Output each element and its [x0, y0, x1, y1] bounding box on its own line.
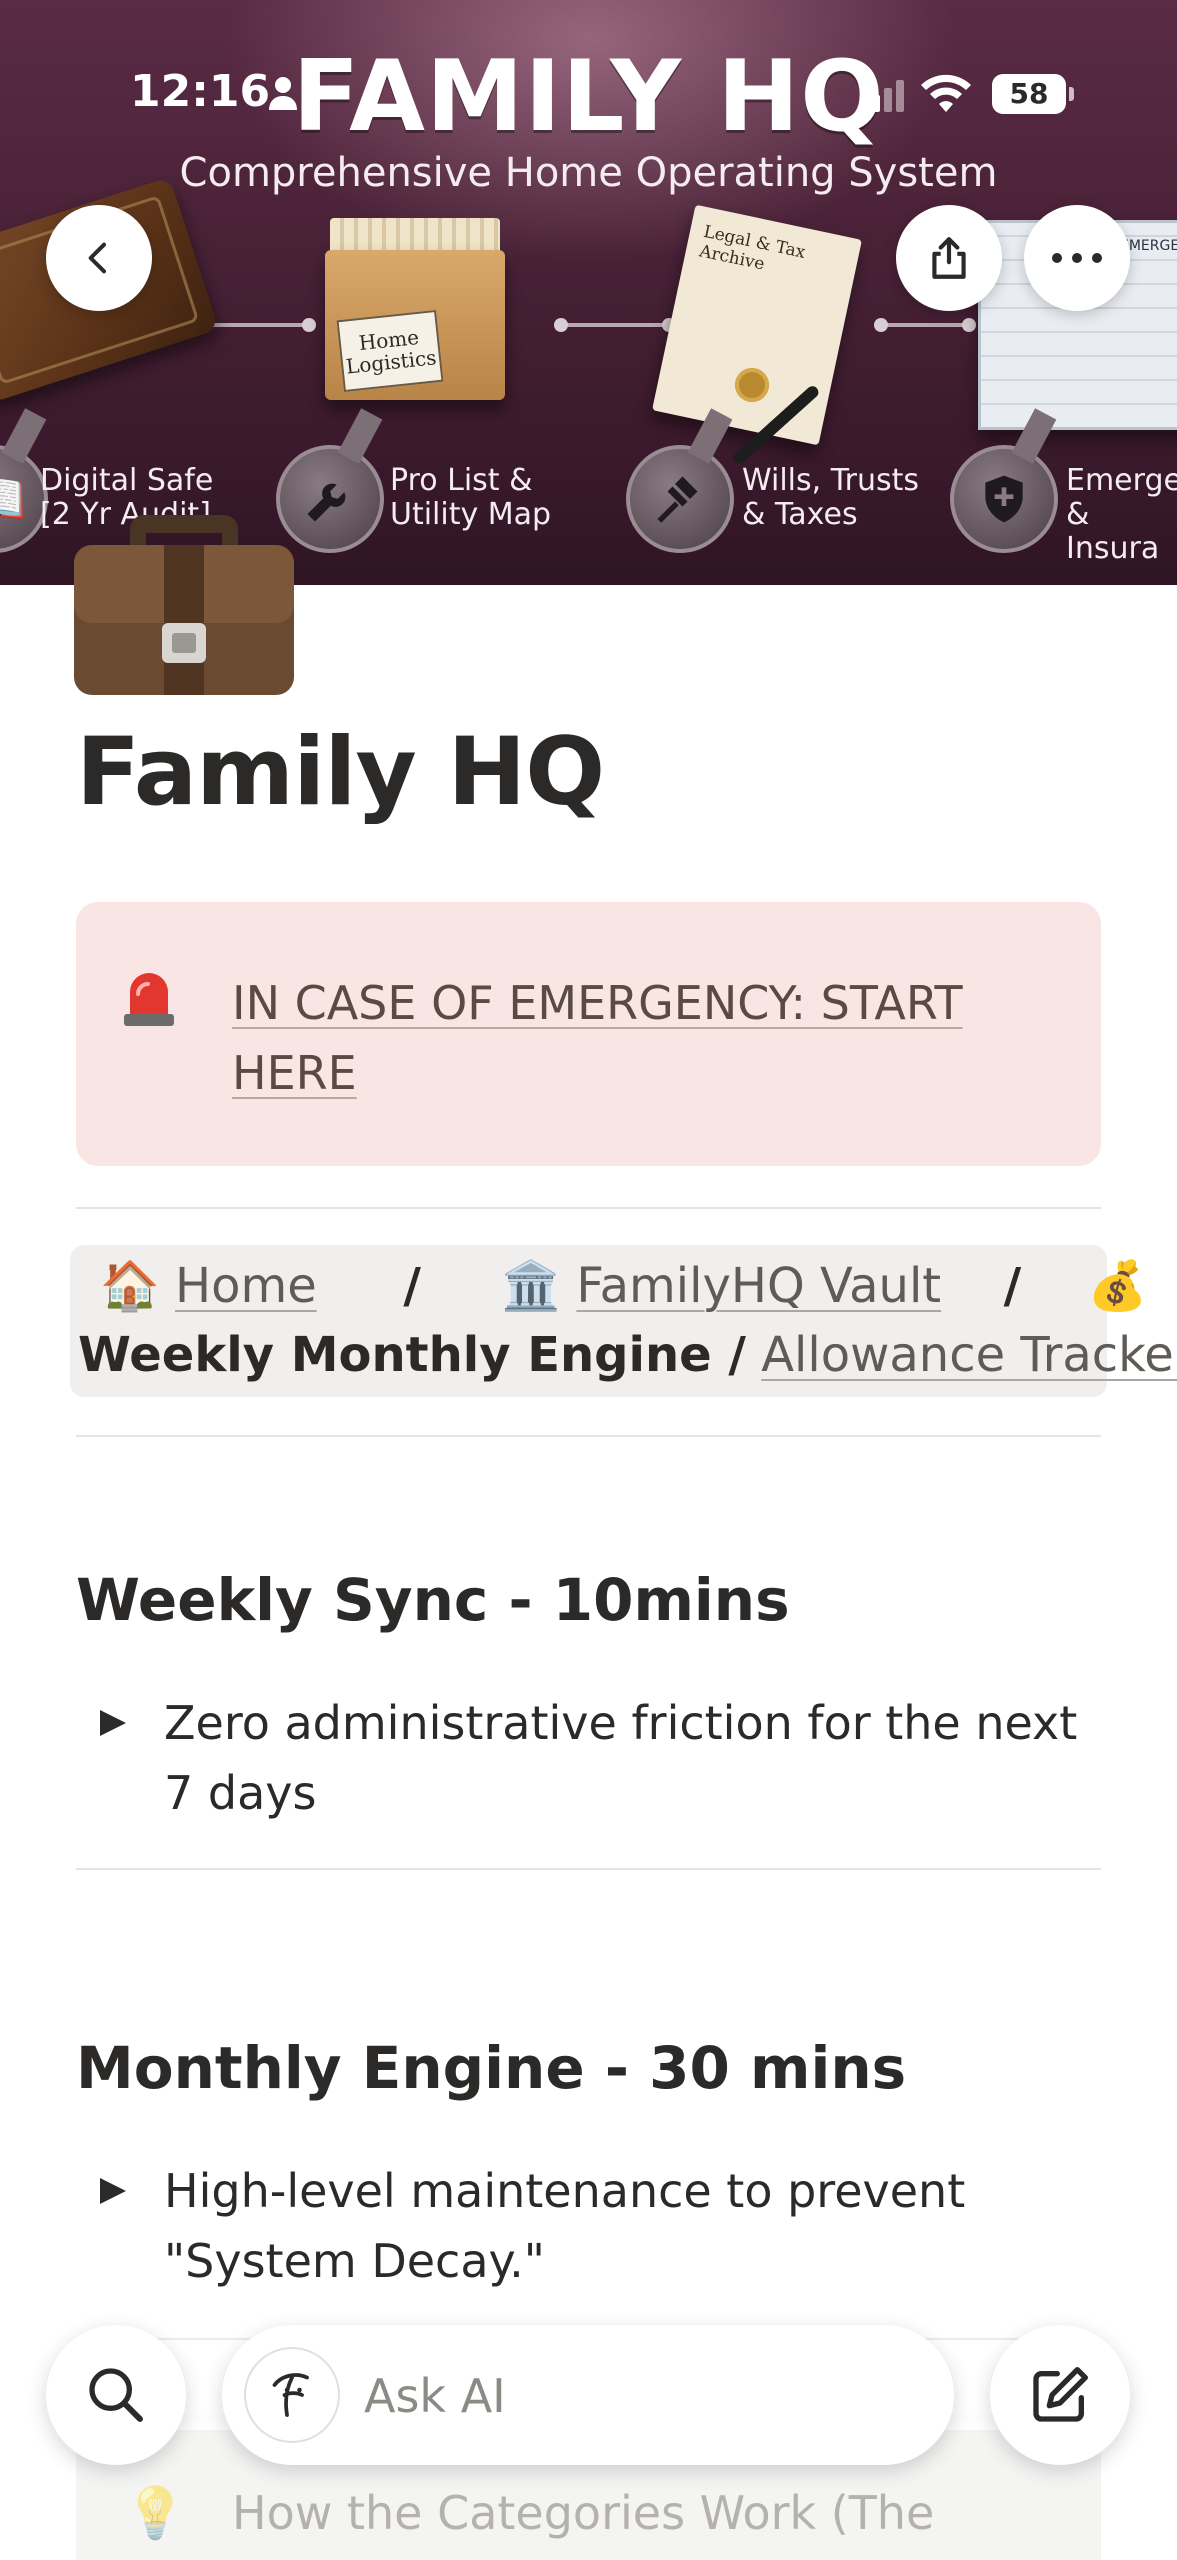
- cover-connector: [194, 318, 316, 332]
- more-horizontal-icon: [1052, 253, 1102, 263]
- ask-ai-input[interactable]: Ask AI: [222, 2325, 954, 2465]
- badge-label: Emerge & Insura: [1066, 463, 1177, 566]
- more-button[interactable]: [1024, 205, 1130, 311]
- categories-callout-text[interactable]: How the Categories Work (The: [232, 2486, 934, 2540]
- weekly-sync-heading: Weekly Sync - 10mins: [76, 1566, 790, 1634]
- cover-subtitle: Comprehensive Home Operating System: [179, 150, 998, 196]
- divider: [76, 1435, 1101, 1437]
- compose-icon: [1033, 2367, 1088, 2422]
- back-button[interactable]: [46, 205, 152, 311]
- page-title[interactable]: Family HQ: [76, 718, 605, 827]
- battery-icon: 58: [992, 74, 1074, 114]
- lightbulb-icon: 💡: [124, 2485, 187, 2541]
- share-icon: [932, 237, 966, 279]
- file-box-label: Home Logistics: [336, 309, 444, 393]
- briefcase-icon[interactable]: [74, 505, 294, 695]
- monthly-engine-heading: Monthly Engine - 30 mins: [76, 2034, 907, 2102]
- compose-button[interactable]: [990, 2325, 1130, 2465]
- divider: [76, 1868, 1101, 1870]
- money-bag-emoji-icon: 💰: [1087, 1258, 1148, 1314]
- toggle-triangle-icon[interactable]: [96, 2175, 128, 2207]
- breadcrumb-separator: /: [1003, 1258, 1022, 1314]
- breadcrumb-home-link[interactable]: Home: [175, 1258, 317, 1314]
- status-time: 12:16: [130, 66, 271, 117]
- search-icon: [89, 2368, 143, 2422]
- ask-ai-placeholder: Ask AI: [364, 2369, 506, 2423]
- breadcrumb-engine-text: Weekly Monthly Engine /: [78, 1327, 746, 1383]
- signal-icon: [860, 80, 904, 112]
- weekly-sync-toggle[interactable]: Zero administrative friction for the nex…: [164, 1688, 1084, 1828]
- breadcrumb-vault-link[interactable]: FamilyHQ Vault: [576, 1258, 941, 1314]
- cover-connector: [874, 318, 976, 332]
- monthly-engine-toggle[interactable]: High-level maintenance to prevent "Syste…: [164, 2156, 1084, 2296]
- gavel-icon: [626, 445, 734, 553]
- badge-label: Wills, Trusts & Taxes: [742, 463, 919, 532]
- siren-icon: [124, 973, 174, 1026]
- home-emoji-icon: 🏠: [100, 1258, 160, 1314]
- breadcrumb-allowance-link[interactable]: Allowance Tracker: [761, 1327, 1177, 1383]
- wifi-icon: [921, 74, 971, 112]
- emergency-callout: IN CASE OF EMERGENCY: START HERE: [76, 902, 1101, 1166]
- vault-emoji-icon: 🏛️: [501, 1258, 562, 1314]
- chevron-left-icon: [88, 242, 106, 274]
- cover-connector: [554, 318, 676, 332]
- toggle-triangle-icon[interactable]: [96, 1707, 128, 1739]
- breadcrumb-separator: /: [403, 1258, 421, 1314]
- search-button[interactable]: [46, 2325, 186, 2465]
- wax-seal-icon: [735, 368, 769, 402]
- share-button[interactable]: [896, 205, 1002, 311]
- emergency-link[interactable]: IN CASE OF EMERGENCY: START HERE: [232, 968, 1052, 1108]
- badge-label: Pro List & Utility Map: [390, 463, 552, 532]
- person-icon: [269, 77, 297, 110]
- divider: [76, 1207, 1101, 1209]
- breadcrumb: 🏠 Home / 🏛️ FamilyHQ Vault / 💰 Weekly Mo…: [70, 1245, 1177, 1397]
- medical-shield-icon: [950, 445, 1058, 553]
- ai-face-icon: [244, 2347, 340, 2443]
